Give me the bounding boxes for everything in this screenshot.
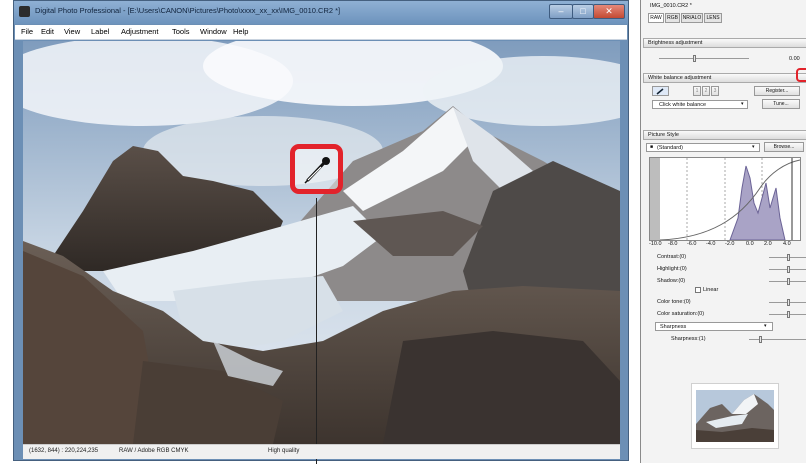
wb-mode-value: Click white balance (659, 102, 707, 108)
brightness-label: Brightness adjustment (648, 40, 703, 46)
tick-label: -8.0 (668, 241, 678, 247)
white-balance-section-header[interactable]: White balance adjustment (643, 73, 806, 83)
tick-label: -6.0 (687, 241, 697, 247)
menu-view[interactable]: View (64, 27, 80, 36)
sharpness-label: Sharpness:(1) (671, 336, 706, 342)
close-button[interactable]: ✕ (593, 4, 625, 19)
main-window: Digital Photo Professional - [E:\Users\C… (13, 0, 629, 464)
sharpness-mode-select[interactable]: Sharpness ▾ (655, 322, 773, 331)
white-balance-label: White balance adjustment (648, 75, 712, 81)
wb-mode-select[interactable]: Click white balance ▾ (652, 100, 748, 109)
app-icon (19, 6, 30, 17)
chevron-down-icon: ▾ (752, 144, 755, 150)
brightness-value: 0.00 (789, 56, 800, 62)
histogram-graph (650, 158, 801, 241)
color-saturation-label: Color saturation:(0) (657, 311, 705, 317)
palette-title: IMG_0010.CR2 * (650, 3, 692, 9)
menu-window[interactable]: Window (200, 27, 227, 36)
menu-adjustment[interactable]: Adjustment (121, 27, 159, 36)
contrast-knob[interactable] (787, 254, 790, 261)
tick-label: -4.0 (706, 241, 716, 247)
brightness-slider[interactable] (659, 58, 749, 59)
callout-line (316, 198, 317, 464)
reset-highlight[interactable] (796, 68, 806, 82)
tick-label: -10.0 (649, 241, 662, 247)
sharpness-slider[interactable] (749, 339, 806, 340)
menu-edit[interactable]: Edit (41, 27, 54, 36)
tab-lens[interactable]: LENS (704, 13, 722, 23)
highlight-label: Highlight:(0) (657, 266, 687, 272)
quality-readout: High quality (268, 448, 300, 454)
tick-label: 2.0 (764, 241, 772, 247)
tab-nr-alo[interactable]: NR/ALO (681, 13, 703, 23)
highlight-knob[interactable] (787, 266, 790, 273)
title-bar[interactable]: Digital Photo Professional - [E:\Users\C… (14, 1, 628, 24)
register-button[interactable]: Register... (754, 86, 800, 96)
brightness-section-header[interactable]: Brightness adjustment (643, 38, 806, 48)
tune-button[interactable]: Tune... (762, 99, 800, 109)
chevron-down-icon: ▾ (764, 323, 767, 329)
color-space-readout: RAW / Adobe RGB CMYK (119, 448, 189, 454)
color-tone-label: Color tone:(0) (657, 299, 691, 305)
maximize-button[interactable]: □ (572, 4, 594, 19)
sharpness-knob[interactable] (759, 336, 762, 343)
image-viewer[interactable] (23, 41, 620, 444)
chevron-down-icon: ▾ (741, 101, 744, 107)
cursor-highlight (290, 144, 343, 194)
linear-checkbox[interactable] (695, 287, 701, 293)
contrast-label: Contrast:(0) (657, 254, 687, 260)
tick-label: -2.0 (725, 241, 735, 247)
picture-style-select[interactable]: ■ (Standard) ▾ (646, 143, 760, 152)
tool-palette: IMG_0010.CR2 * RAW RGB NR/ALO LENS Brigh… (640, 0, 806, 463)
wb-slot-1[interactable]: 1 (693, 86, 701, 96)
menu-help[interactable]: Help (233, 27, 248, 36)
brightness-knob[interactable] (693, 55, 696, 62)
eyedropper-icon (656, 88, 664, 95)
wb-slot-2[interactable]: 2 (702, 86, 710, 96)
menu-tools[interactable]: Tools (172, 27, 190, 36)
tick-label: 0.0 (746, 241, 754, 247)
tab-rgb[interactable]: RGB (665, 13, 680, 23)
eyedropper-icon (304, 157, 330, 184)
camera-icon: ■ (650, 144, 654, 150)
color-tone-knob[interactable] (787, 299, 790, 306)
navigator-thumbnail[interactable] (691, 383, 779, 449)
shadow-label: Shadow:(0) (657, 278, 686, 284)
wb-slot-3[interactable]: 3 (711, 86, 719, 96)
click-wb-eyedropper-button[interactable] (652, 86, 669, 96)
tick-label: 4.0 (783, 241, 791, 247)
color-saturation-knob[interactable] (787, 311, 790, 318)
mountain-photo (23, 41, 620, 444)
status-bar: (1632, 844) : 220,224,235 RAW / Adobe RG… (23, 444, 620, 459)
thumbnail-image (696, 390, 774, 442)
picture-style-value: (Standard) (657, 145, 683, 151)
picture-style-section-header[interactable]: Picture Style (643, 130, 806, 140)
browse-button[interactable]: Browse... (764, 142, 804, 152)
tab-raw[interactable]: RAW (648, 13, 664, 23)
window-title: Digital Photo Professional - [E:\Users\C… (35, 6, 341, 15)
sharpness-mode-value: Sharpness (660, 324, 687, 330)
minimize-button[interactable]: – (549, 4, 573, 19)
shadow-knob[interactable] (787, 278, 790, 285)
pixel-readout: (1632, 844) : 220,224,235 (29, 448, 99, 454)
picture-style-label: Picture Style (648, 132, 679, 138)
tone-curve-histogram[interactable] (649, 157, 801, 241)
menu-label[interactable]: Label (91, 27, 109, 36)
menu-bar: File Edit View Label Adjustment Tools Wi… (15, 25, 627, 40)
menu-file[interactable]: File (21, 27, 33, 36)
linear-label: Linear (703, 287, 719, 293)
